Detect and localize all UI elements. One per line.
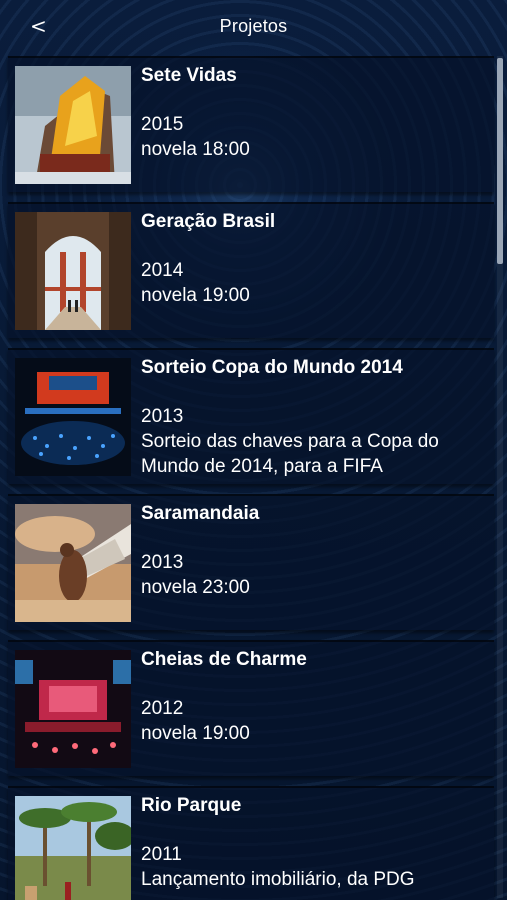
project-name: Rio Parque (141, 795, 242, 816)
project-item[interactable]: Sete Vidas 2015 novela 18:00 (8, 56, 494, 192)
project-item[interactable]: Sorteio Copa do Mundo 2014 2013 Sorteio … (8, 348, 494, 484)
project-thumbnail (15, 66, 131, 184)
project-item[interactable]: Cheias de Charme 2012 novela 19:00 (8, 640, 494, 776)
project-thumbnail (15, 504, 131, 622)
scrollbar-thumb[interactable] (497, 58, 503, 264)
project-thumbnail (15, 650, 131, 768)
project-description: Lançamento imobiliário, da PDG (141, 869, 415, 890)
project-item[interactable]: Rio Parque 2011 Lançamento imobiliário, … (8, 786, 494, 900)
project-description: novela 19:00 (141, 285, 250, 306)
projects-list[interactable]: Sete Vidas 2015 novela 18:00 Geração Bra… (0, 56, 496, 900)
project-year: 2014 (141, 260, 184, 281)
project-description: novela 23:00 (141, 577, 250, 598)
project-year: 2013 (141, 552, 184, 573)
project-description: novela 19:00 (141, 723, 250, 744)
project-name: Sete Vidas (141, 65, 237, 86)
project-item[interactable]: Saramandaia 2013 novela 23:00 (8, 494, 494, 630)
project-item[interactable]: Geração Brasil 2014 novela 19:00 (8, 202, 494, 338)
project-year: 2013 (141, 406, 184, 427)
back-button[interactable]: < (30, 14, 47, 38)
project-year: 2015 (141, 114, 184, 135)
project-thumbnail (15, 358, 131, 476)
project-thumbnail (15, 796, 131, 900)
project-name: Saramandaia (141, 503, 260, 524)
project-year: 2011 (141, 844, 182, 865)
project-name: Cheias de Charme (141, 649, 307, 670)
project-thumbnail (15, 212, 131, 330)
project-name: Geração Brasil (141, 211, 276, 232)
project-year: 2012 (141, 698, 184, 719)
project-name: Sorteio Copa do Mundo 2014 (141, 357, 403, 378)
page-title: Projetos (219, 15, 288, 36)
app-header: < Projetos (0, 0, 507, 52)
project-description: novela 18:00 (141, 139, 250, 160)
project-description: Sorteio das chaves para a Copa do Mundo … (141, 431, 439, 477)
